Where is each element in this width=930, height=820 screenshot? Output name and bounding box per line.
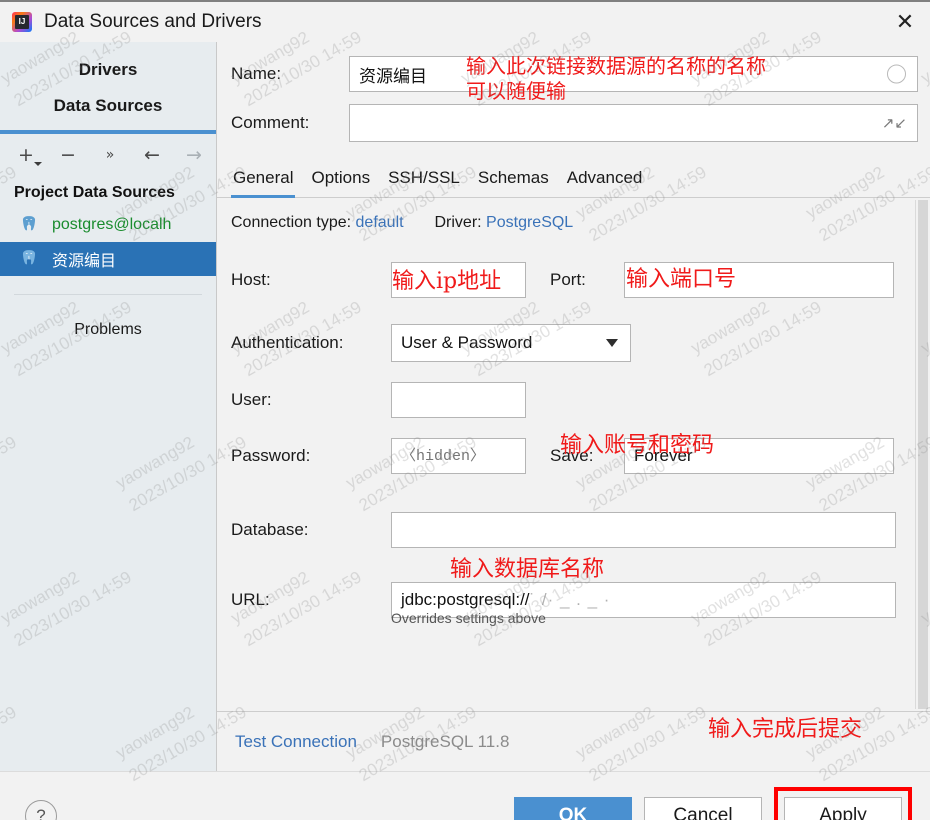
save-label: Save: [550,446,594,465]
sidebar: Drivers Data Sources + − » ← → Project D… [0,42,217,771]
password-label: Password: [231,446,311,465]
title-bar: Data Sources and Drivers ✕ [0,2,930,42]
database-row: Database: [231,512,900,548]
ok-button[interactable]: OK [514,797,632,820]
tab-options[interactable]: Options [309,164,372,198]
connection-type-value[interactable]: default [356,214,404,231]
help-button[interactable]: ? [25,800,57,820]
url-value: jdbc:postgresql:// [401,590,530,609]
tab-general[interactable]: General [231,164,296,198]
driver-value[interactable]: PostgreSQL [486,214,573,231]
password-input[interactable] [391,438,526,474]
sidebar-item-ziyuanbianmu[interactable]: 资源编目 [0,242,216,276]
expand-icon[interactable]: ↗↙ [882,114,907,132]
user-row: User: [231,382,900,418]
name-row: Name: [231,56,918,92]
authentication-value: User & Password [401,333,533,352]
driver-label: Driver: [434,214,482,231]
database-label: Database: [231,520,309,539]
dialog-body: Drivers Data Sources + − » ← → Project D… [0,42,930,771]
url-value-masked: ˙ /· _ . _ · [529,590,611,609]
password-save-row: Password: Save: [231,438,900,474]
window-title: Data Sources and Drivers [44,11,262,32]
driver-version-label: PostgreSQL 11.8 [380,731,510,751]
header-fields: Name: Comment: ↗↙ [217,42,930,160]
status-circle-icon [887,64,906,84]
apply-button[interactable]: Apply [784,797,902,820]
more-button[interactable]: » [98,143,122,167]
minus-icon: − [60,144,76,166]
sidebar-item-postgres-localhost[interactable]: postgres@localh [0,208,216,242]
data-sources-dialog: Data Sources and Drivers ✕ Drivers Data … [0,0,930,820]
chevron-down-icon [606,339,618,347]
main-panel: Name: Comment: ↗↙ General Options [217,42,930,771]
test-connection-link[interactable]: Test Connection [235,732,357,752]
database-input[interactable] [391,512,896,548]
postgresql-icon [22,216,36,231]
url-label: URL: [231,590,270,609]
name-field-wrap [349,56,918,92]
postgresql-icon [22,250,36,265]
sidebar-item-label: postgres@localh [52,216,172,233]
settings-tabs: General Options SSH/SSL Schemas Advanced [217,160,930,198]
close-icon[interactable]: ✕ [880,2,930,42]
sidebar-tabs: Drivers Data Sources [0,42,216,134]
host-port-row: Host: Port: [231,262,900,298]
cancel-button[interactable]: Cancel [644,797,762,820]
port-input[interactable] [624,262,894,298]
chevrons-right-icon: » [105,147,115,163]
authentication-select[interactable]: User & Password [391,324,631,362]
chevron-down-icon [34,162,42,166]
remove-button[interactable]: − [56,143,80,167]
dialog-footer: ? OK Cancel Apply CSDN @姚峰 [0,771,930,820]
sidebar-tab-drivers[interactable]: Drivers [0,52,216,88]
sidebar-item-label: 资源编目 [52,253,117,270]
sidebar-toolbar: + − » ← → [0,134,216,176]
apply-highlight-box: Apply CSDN @姚峰 [774,787,912,820]
authentication-label: Authentication: [231,333,344,352]
comment-label: Comment: [231,113,310,132]
status-bar: Test Connection PostgreSQL 11.8 [217,711,930,771]
add-button[interactable]: + [14,143,42,167]
port-label: Port: [550,270,586,289]
connection-type-label: Connection type: [231,214,352,231]
forward-button[interactable]: → [182,143,206,167]
host-label: Host: [231,270,271,289]
arrow-right-icon: → [186,144,202,166]
tab-ssh-ssl[interactable]: SSH/SSL [386,164,462,198]
url-row: URL: jdbc:postgresql://˙ /· _ . _ · [231,582,900,618]
plus-icon: + [18,144,34,166]
authentication-row: Authentication: User & Password [231,324,900,362]
connection-summary: Connection type: default Driver: Postgre… [231,214,900,232]
general-tab-content: Connection type: default Driver: Postgre… [217,198,930,711]
back-button[interactable]: ← [140,143,164,167]
save-input[interactable] [624,438,894,474]
intellij-idea-icon [12,12,32,32]
user-input[interactable] [391,382,526,418]
tab-advanced[interactable]: Advanced [565,164,645,198]
sidebar-group-header: Project Data Sources [14,184,175,201]
sidebar-item-problems[interactable]: Problems [0,295,216,339]
name-label: Name: [231,64,282,83]
arrow-left-icon: ← [144,144,160,166]
host-input[interactable] [391,262,526,298]
sidebar-tab-data-sources[interactable]: Data Sources [0,88,216,124]
footer-buttons: OK Cancel Apply CSDN @姚峰 [514,787,912,820]
comment-input[interactable] [349,104,918,142]
comment-row: Comment: ↗↙ [231,104,918,142]
comment-field-wrap: ↗↙ [349,104,918,142]
user-label: User: [231,390,272,409]
tab-schemas[interactable]: Schemas [476,164,551,198]
name-input[interactable] [349,56,918,92]
